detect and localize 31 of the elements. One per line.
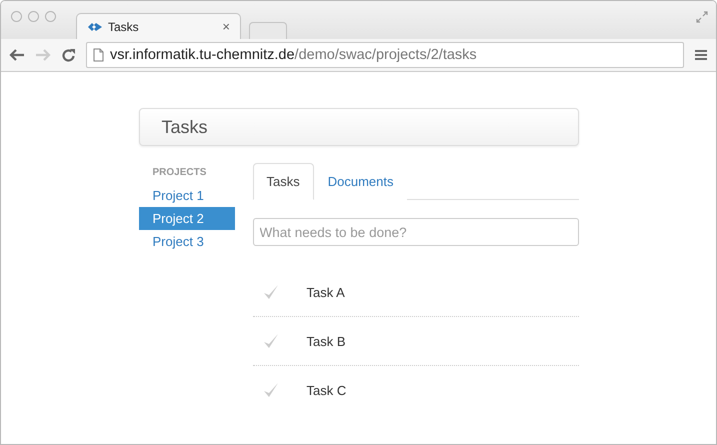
tab[interactable]: Documents [314,163,408,200]
tab[interactable]: Tasks [252,163,314,200]
reload-icon[interactable] [61,48,76,62]
back-icon[interactable] [9,48,25,62]
tab-title: Tasks [108,20,140,34]
page-title: Tasks [162,116,208,138]
url-path: /demo/swac/projects/2/tasks [294,47,477,63]
diamond-icon [87,20,103,32]
browser-tab[interactable]: Tasks × [76,13,241,39]
sidebar-item[interactable]: Project 3 [138,230,234,253]
sidebar-heading: PROJECTS [152,166,208,180]
check-icon[interactable] [262,333,278,349]
minimize-button[interactable] [28,10,39,22]
address-bar[interactable]: vsr.informatik.tu-chemnitz.de/demo/swac/projects/2/tasks [86,42,684,68]
forward-icon[interactable] [35,48,51,62]
close-button[interactable] [11,10,22,22]
task-title: Task B [306,334,346,348]
check-icon[interactable] [262,284,278,300]
sidebar-item[interactable]: Project 2 [138,207,234,230]
new-tab-button[interactable] [249,22,287,39]
menu-icon[interactable] [694,49,708,61]
check-icon[interactable] [262,382,278,398]
fullscreen-icon[interactable] [696,11,708,23]
close-icon[interactable]: × [222,19,230,34]
task-title: Task A [306,284,345,300]
zoom-button[interactable] [45,10,56,22]
url-host: vsr.informatik.tu-chemnitz.de [110,47,295,63]
task-title: Task C [306,382,346,398]
new-task-field[interactable]: What needs to be done? [252,218,578,246]
page-icon [93,48,104,62]
sidebar-item[interactable]: Project 1 [138,184,234,207]
